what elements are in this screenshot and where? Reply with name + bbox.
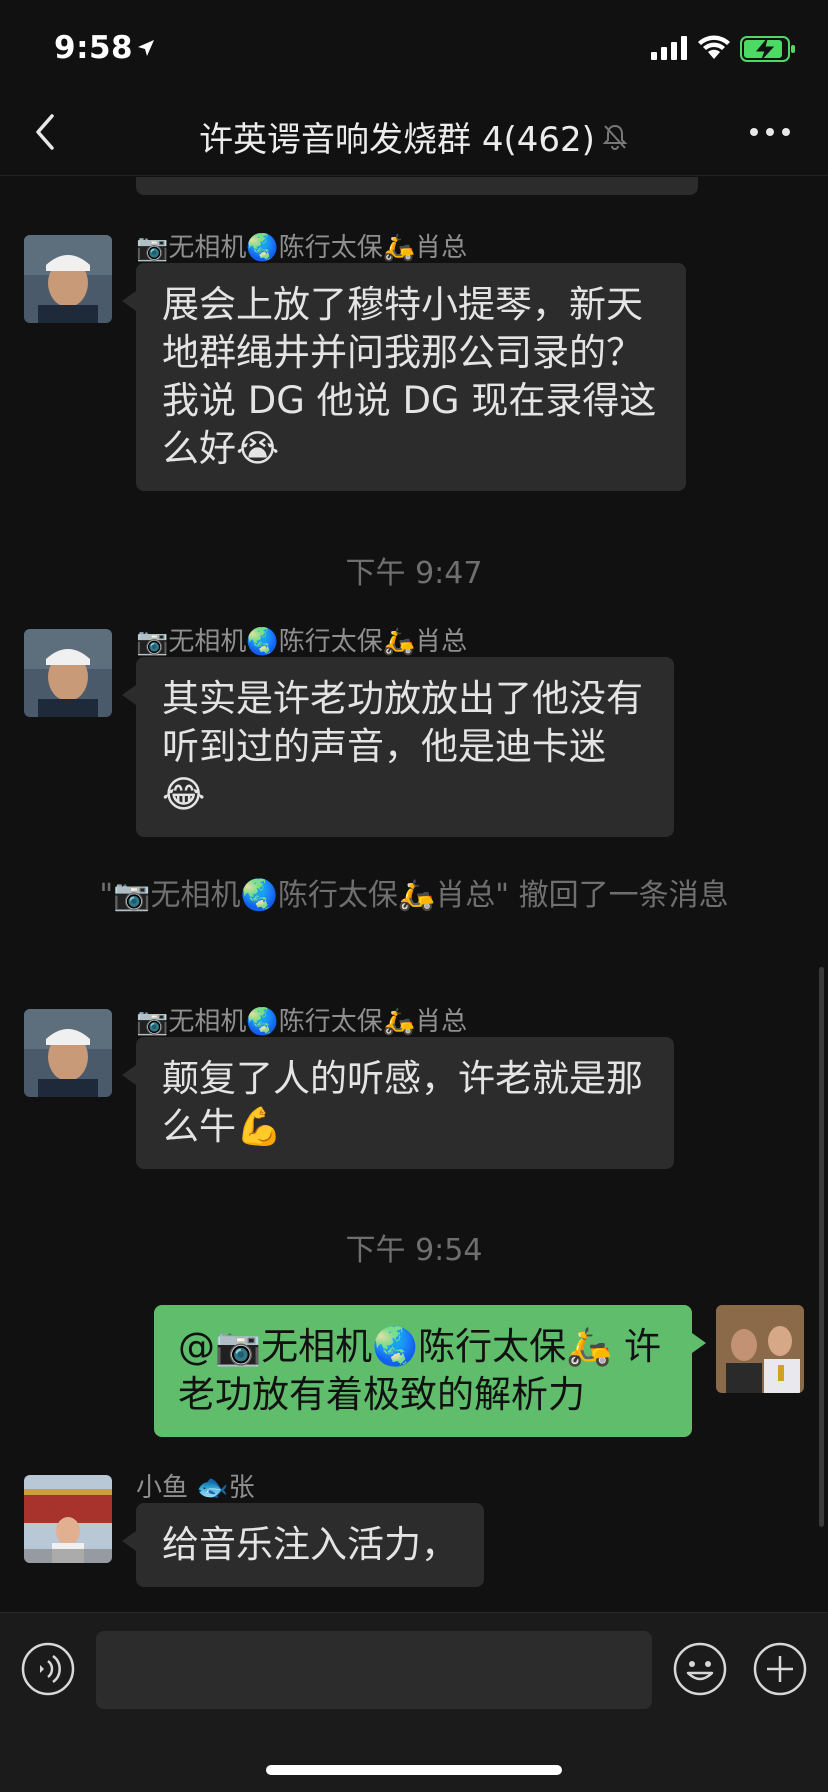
sender-avatar[interactable] bbox=[24, 1475, 112, 1563]
partial-message-bubble bbox=[136, 177, 698, 195]
message-bubble[interactable]: 给音乐注入活力， bbox=[122, 1503, 484, 1587]
chat-title-wrap: 许英谔音响发烧群 4(462) bbox=[0, 112, 828, 161]
message-bubble[interactable]: 颠复了人的听感，许老就是那么牛💪 bbox=[122, 1037, 674, 1169]
sender-name: 小鱼 🐟张 bbox=[136, 1473, 255, 1503]
status-bar: 9:58 bbox=[0, 0, 828, 100]
message-list[interactable]: 📷无相机🌏陈行太保🛵肖总 展会上放了穆特小提琴，新天地群绳井并问我那公司录的？我… bbox=[0, 177, 828, 1612]
more-icon[interactable] bbox=[748, 122, 792, 142]
sender-name: 📷无相机🌏陈行太保🛵肖总 bbox=[136, 233, 468, 263]
location-arrow-icon bbox=[138, 40, 154, 56]
emoji-icon[interactable] bbox=[672, 1641, 728, 1697]
battery-charging-icon bbox=[740, 36, 795, 62]
time-separator: 下午 9:54 bbox=[345, 1233, 483, 1268]
sender-name: 📷无相机🌏陈行太保🛵肖总 bbox=[136, 627, 468, 657]
time-separator: 下午 9:47 bbox=[345, 556, 483, 591]
sender-avatar[interactable] bbox=[24, 235, 112, 323]
sender-name: 📷无相机🌏陈行太保🛵肖总 bbox=[136, 1007, 468, 1037]
sender-avatar[interactable] bbox=[24, 1009, 112, 1097]
input-bar bbox=[0, 1612, 828, 1792]
home-indicator[interactable] bbox=[266, 1765, 562, 1775]
plus-icon[interactable] bbox=[752, 1641, 808, 1697]
outgoing-message-bubble[interactable]: @📷无相机🌏陈行太保🛵 许老功放有着极致的解析力 bbox=[154, 1305, 706, 1437]
my-avatar[interactable] bbox=[716, 1305, 804, 1393]
message-bubble[interactable]: 其实是许老功放放出了他没有听到过的声音，他是迪卡迷😂 bbox=[122, 657, 674, 837]
message-bubble[interactable]: 展会上放了穆特小提琴，新天地群绳井并问我那公司录的？我说 DG 他说 DG 现在… bbox=[122, 263, 686, 491]
scroll-indicator[interactable] bbox=[819, 967, 824, 1527]
status-time: 9:58 bbox=[54, 30, 134, 66]
signal-icon bbox=[651, 36, 687, 60]
wifi-icon bbox=[698, 35, 730, 59]
message-input[interactable] bbox=[96, 1631, 652, 1709]
mute-bell-icon bbox=[602, 124, 628, 150]
sender-avatar[interactable] bbox=[24, 629, 112, 717]
voice-icon[interactable] bbox=[20, 1641, 76, 1697]
chat-header: 许英谔音响发烧群 4(462) bbox=[0, 100, 828, 176]
recall-notice: "📷无相机🌏陈行太保🛵肖总" 撤回了一条消息 bbox=[99, 878, 729, 913]
chat-title: 许英谔音响发烧群 4(462) bbox=[199, 120, 595, 160]
